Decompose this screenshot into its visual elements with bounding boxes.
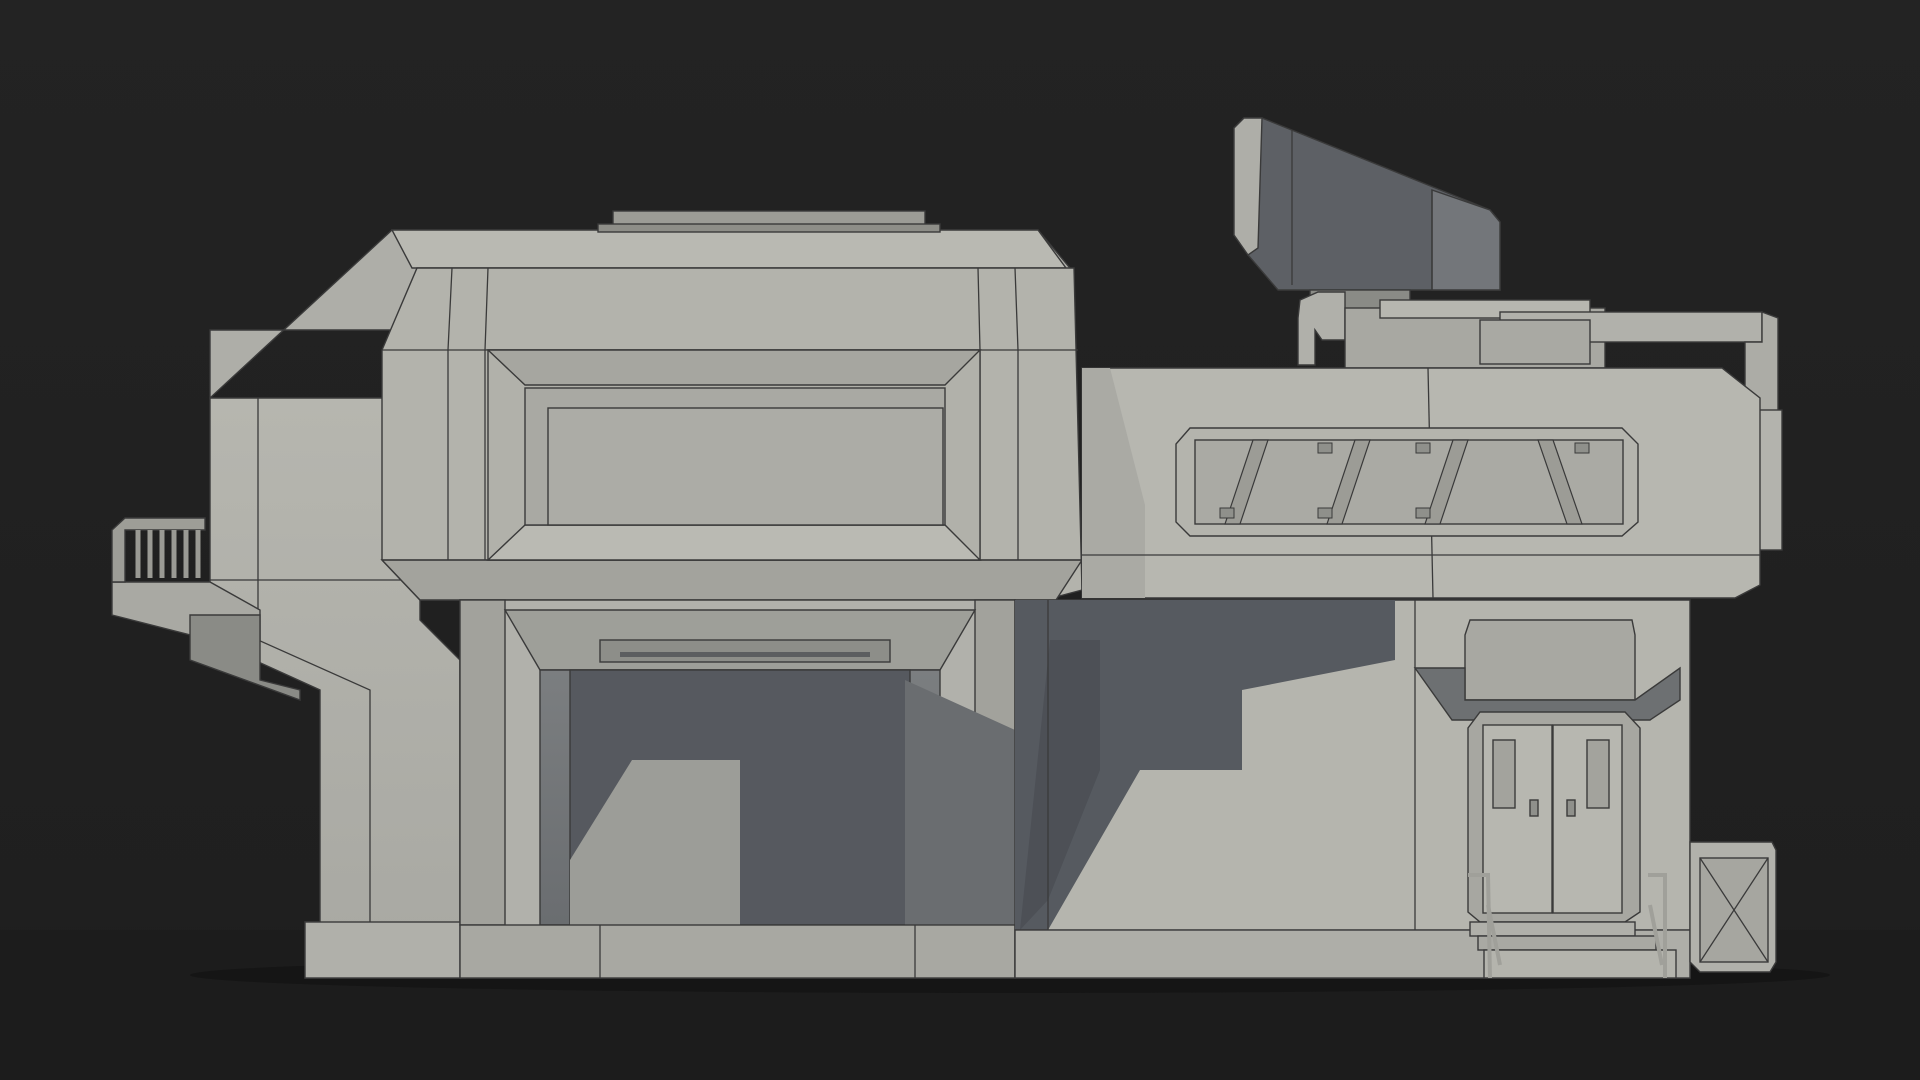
side-crate <box>1689 841 1777 973</box>
dish-rim <box>1233 117 1263 256</box>
building-render <box>0 0 1920 1080</box>
door-handle-right <box>1566 799 1576 817</box>
door-window-right <box>1586 739 1610 809</box>
garage-light-strip <box>620 652 870 657</box>
front-panel-bevel-bottom <box>486 524 982 561</box>
garage-threshold <box>459 924 1016 979</box>
door-canopy <box>1464 619 1636 701</box>
door-handle-left <box>1529 799 1539 817</box>
vent-panel <box>1175 427 1639 537</box>
roof-vent-lip <box>597 223 941 233</box>
roof-pipe-block <box>1479 319 1591 365</box>
garage-left-pillar <box>459 599 506 926</box>
step-bottom <box>1483 949 1677 979</box>
left-tower-base <box>304 921 466 979</box>
render-viewport <box>0 0 1920 1080</box>
step-middle <box>1477 935 1657 951</box>
front-block-bottom-bevel <box>380 559 1084 601</box>
left-roof-top <box>390 229 1068 269</box>
front-panel-bevel <box>486 349 982 386</box>
garage-header-light <box>599 639 891 663</box>
front-panel-recess-inner <box>547 407 944 526</box>
door-window-left <box>1492 739 1516 809</box>
